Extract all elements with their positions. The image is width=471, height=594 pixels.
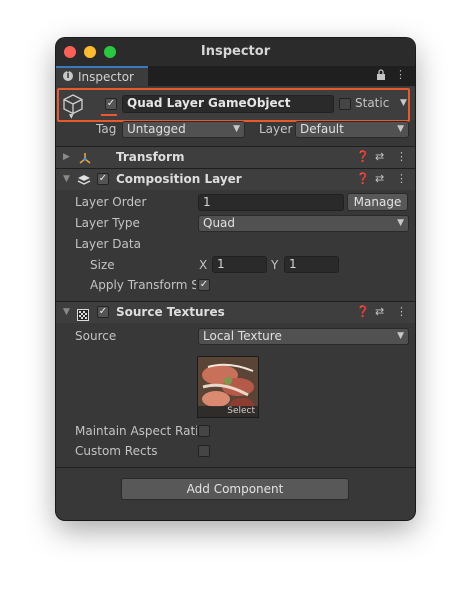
- layer-value: Default: [300, 122, 344, 136]
- apply-transform-checkbox[interactable]: ✓: [198, 279, 210, 291]
- source-label: Source: [75, 329, 117, 343]
- divider: [56, 467, 415, 468]
- layers-icon: [77, 172, 91, 191]
- help-icon[interactable]: ❓: [356, 150, 370, 163]
- lock-icon[interactable]: [376, 69, 386, 83]
- size-y-label: Y: [271, 258, 279, 272]
- presets-icon[interactable]: ⇄: [375, 305, 384, 318]
- texture-select-button[interactable]: Select: [198, 406, 258, 417]
- kebab-menu-icon[interactable]: ⋮: [396, 305, 407, 318]
- source-textures-enabled-checkbox[interactable]: ✓: [97, 306, 109, 318]
- layer-dropdown[interactable]: Default ▼: [295, 121, 409, 138]
- tag-label: Tag: [96, 122, 117, 136]
- fold-arrow-icon[interactable]: ▶: [63, 152, 70, 162]
- transform-title: Transform: [116, 150, 185, 164]
- kebab-menu-icon[interactable]: ⋮: [396, 172, 407, 185]
- window-titlebar: Inspector: [56, 38, 415, 66]
- tab-inspector[interactable]: i Inspector: [56, 66, 148, 86]
- custom-rects-label: Custom Rects: [75, 444, 158, 458]
- composition-layer-enabled-checkbox[interactable]: ✓: [97, 173, 109, 185]
- layer-order-field[interactable]: 1: [198, 194, 344, 211]
- chevron-down-icon: ▼: [397, 331, 404, 341]
- presets-icon[interactable]: ⇄: [375, 150, 384, 163]
- texture-thumbnail[interactable]: Select: [197, 356, 259, 418]
- fold-arrow-icon[interactable]: ▼: [63, 307, 70, 317]
- chevron-down-icon: ▼: [397, 124, 404, 134]
- source-textures-header[interactable]: ▼ ✓ Source Textures ❓ ⇄ ⋮: [56, 301, 415, 323]
- presets-icon[interactable]: ⇄: [375, 172, 384, 185]
- source-dropdown[interactable]: Local Texture ▼: [198, 328, 409, 345]
- inspector-window: Inspector i Inspector ⋮ ▼ ✓ Quad Layer G…: [56, 38, 415, 520]
- info-icon: i: [63, 71, 73, 81]
- tab-bar: i Inspector ⋮: [56, 66, 415, 86]
- selection-highlight: [57, 88, 410, 122]
- help-icon[interactable]: ❓: [356, 172, 370, 185]
- apply-transform-label: Apply Transform Sc: [90, 278, 196, 292]
- kebab-menu-icon[interactable]: ⋮: [396, 150, 407, 163]
- size-y-field[interactable]: 1: [284, 256, 339, 273]
- tab-inspector-label: Inspector: [78, 70, 134, 84]
- kebab-menu-icon[interactable]: ⋮: [395, 68, 406, 81]
- checker-icon: [77, 306, 89, 325]
- layer-type-dropdown[interactable]: Quad ▼: [198, 215, 409, 232]
- composition-layer-title: Composition Layer: [116, 172, 242, 186]
- composition-layer-header[interactable]: ▼ ✓ Composition Layer ❓ ⇄ ⋮: [56, 168, 415, 190]
- chevron-down-icon: ▼: [233, 124, 240, 134]
- source-textures-title: Source Textures: [116, 305, 225, 319]
- transform-axes-icon: [78, 150, 92, 169]
- layer-label: Layer: [259, 122, 293, 136]
- manage-button[interactable]: Manage: [347, 193, 408, 211]
- tag-value: Untagged: [127, 122, 186, 136]
- size-label: Size: [90, 258, 115, 272]
- fold-arrow-icon[interactable]: ▼: [63, 174, 70, 184]
- source-value: Local Texture: [203, 329, 282, 343]
- size-x-field[interactable]: 1: [212, 256, 267, 273]
- add-component-button[interactable]: Add Component: [121, 478, 349, 500]
- layer-type-label: Layer Type: [75, 216, 140, 230]
- chevron-down-icon: ▼: [397, 218, 404, 228]
- size-x-label: X: [199, 258, 208, 272]
- maintain-aspect-checkbox[interactable]: [198, 425, 210, 437]
- layer-type-value: Quad: [203, 216, 236, 230]
- help-icon[interactable]: ❓: [356, 305, 370, 318]
- transform-header[interactable]: ▶ Transform ❓ ⇄ ⋮: [56, 146, 415, 168]
- tag-dropdown[interactable]: Untagged ▼: [122, 121, 245, 138]
- window-title: Inspector: [200, 44, 271, 59]
- custom-rects-checkbox[interactable]: [198, 445, 210, 457]
- layer-order-label: Layer Order: [75, 195, 147, 209]
- maintain-aspect-label: Maintain Aspect Ratio: [75, 424, 197, 438]
- layer-data-label: Layer Data: [75, 237, 141, 251]
